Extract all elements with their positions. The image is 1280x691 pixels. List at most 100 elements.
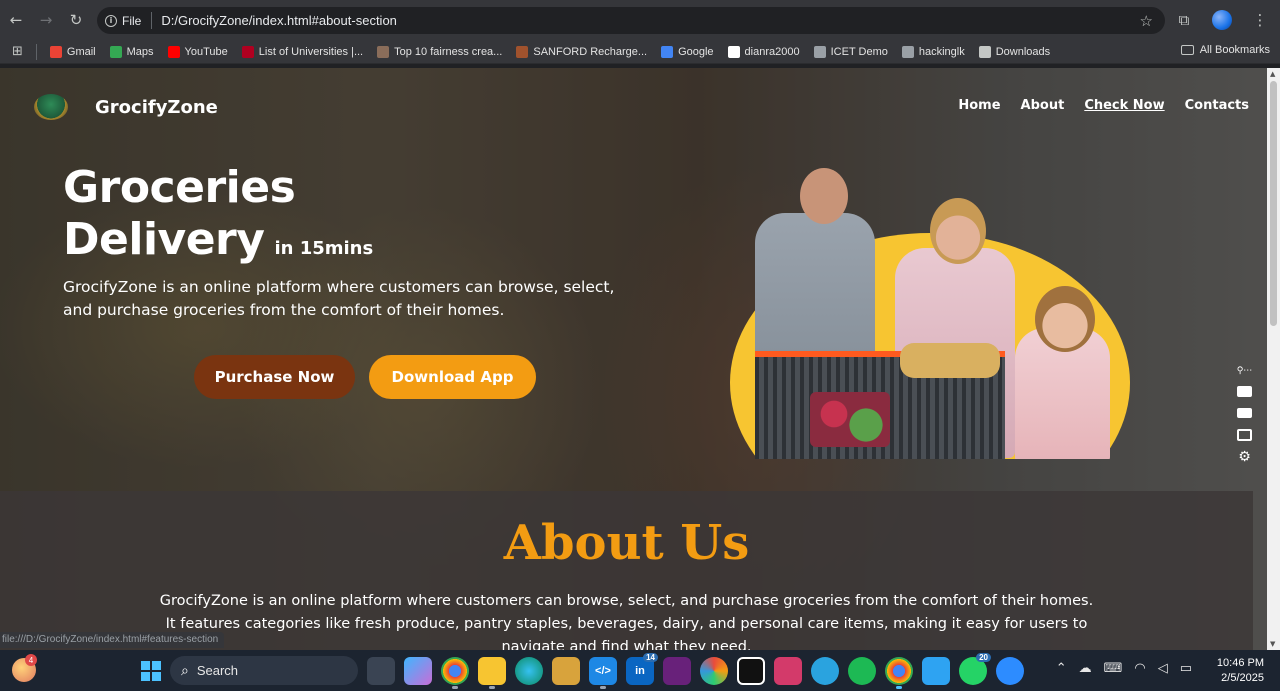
zoom-icon[interactable] — [996, 656, 1024, 685]
purchase-now-button[interactable]: Purchase Now — [194, 355, 355, 399]
url-scheme-label: File — [122, 13, 142, 28]
headline-delivery-time: in 15mins — [274, 238, 374, 259]
browser-toolbar: ← → ↻ i File D:/GrocifyZone/index.html#a… — [0, 0, 1280, 40]
bookmark-item[interactable]: Downloads — [972, 45, 1057, 58]
site-icon — [377, 45, 390, 58]
bookmark-item[interactable]: Gmail — [43, 45, 103, 58]
chrome-icon[interactable] — [885, 656, 913, 689]
extensions-icon[interactable]: ⧉ — [1170, 6, 1198, 34]
about-title: About Us — [503, 515, 750, 571]
telegram-icon[interactable] — [811, 656, 839, 685]
notepad-icon[interactable] — [922, 656, 950, 685]
settings-gear-icon[interactable]: ⚙ — [1236, 449, 1253, 465]
taskbar-search[interactable]: ⌕ Search — [170, 656, 358, 685]
camera-icon[interactable] — [1236, 384, 1253, 398]
nav-link-contacts[interactable]: Contacts — [1185, 98, 1249, 113]
store-icon[interactable] — [552, 656, 580, 685]
clock-date: 2/5/2025 — [1221, 672, 1264, 684]
headline-line1: Groceries — [63, 162, 296, 213]
windows-taskbar: 4 ⌕ Search </> in 14 20 ⌃ ☁ ⌨ ◠ ◁ ▭ 10:46… — [0, 650, 1280, 691]
link-status-bar: file:///D:/GrocifyZone/index.html#featur… — [0, 632, 225, 648]
edge-icon[interactable] — [515, 656, 543, 685]
nav-link-check-now[interactable]: Check Now — [1084, 98, 1164, 113]
site-info-chip[interactable]: i File — [105, 12, 153, 29]
all-bookmarks-button[interactable]: All Bookmarks — [1180, 44, 1270, 56]
bookmark-item[interactable]: dianra2000 — [721, 45, 807, 58]
tray-overflow-chevron-icon[interactable]: ⌃ — [1056, 661, 1067, 676]
jetbrains-icon[interactable] — [774, 656, 802, 685]
download-icon — [978, 45, 991, 58]
bookmark-item[interactable]: YouTube — [161, 45, 235, 58]
back-icon[interactable]: ← — [1, 5, 31, 35]
file-explorer-icon[interactable] — [478, 656, 506, 689]
capture-toolbar: ⚲⋯ ⚙ — [1236, 366, 1253, 465]
bookmark-label: Google — [678, 45, 714, 58]
vscode-icon[interactable]: </> — [589, 656, 617, 689]
color-picker-app-icon[interactable] — [700, 656, 728, 685]
nav-link-home[interactable]: Home — [958, 98, 1000, 113]
language-icon[interactable]: ⌨ — [1104, 661, 1123, 676]
taskbar-clock[interactable]: 10:46 PM 2/5/2025 — [1217, 656, 1264, 686]
nav-link-about[interactable]: About — [1021, 98, 1065, 113]
bookmark-item[interactable]: Google — [654, 45, 720, 58]
man-head — [800, 168, 848, 224]
page-scrollbar[interactable]: ▲ ▼ — [1267, 68, 1280, 650]
system-tray: ⌃ ☁ ⌨ ◠ ◁ ▭ — [1056, 661, 1192, 676]
linkedin-icon[interactable]: in 14 — [626, 652, 658, 685]
whatsapp-icon[interactable]: 20 — [959, 652, 991, 685]
profile-avatar[interactable] — [1208, 6, 1236, 34]
bookmark-label: SANFORD Recharge... — [533, 45, 648, 58]
battery-icon[interactable]: ▭ — [1180, 661, 1192, 676]
info-icon: i — [105, 14, 117, 27]
github-icon — [727, 45, 740, 58]
main-nav: Home About Check Now Contacts — [958, 98, 1249, 113]
menu-kebab-icon[interactable]: ⋮ — [1246, 6, 1274, 34]
bookmark-label: Maps — [126, 45, 154, 58]
download-app-button[interactable]: Download App — [369, 355, 536, 399]
address-bar[interactable]: i File D:/GrocifyZone/index.html#about-s… — [97, 7, 1165, 34]
bookmark-label: List of Universities |... — [258, 45, 364, 58]
wifi-icon[interactable]: ◠ — [1134, 661, 1145, 676]
scroll-thumb[interactable] — [1270, 81, 1277, 326]
weather-badge: 4 — [25, 654, 37, 666]
start-windows-icon[interactable] — [141, 660, 161, 681]
university-icon — [241, 45, 254, 58]
window-capture-icon[interactable] — [1236, 428, 1253, 442]
hero-description: GrocifyZone is an online platform where … — [63, 278, 615, 319]
scroll-down-arrow-icon[interactable]: ▼ — [1270, 640, 1275, 648]
bookmark-item[interactable]: List of Universities |... — [235, 45, 370, 58]
forward-icon[interactable]: → — [31, 5, 61, 35]
bookmark-label: Top 10 fairness crea... — [394, 45, 503, 58]
bookmark-item[interactable]: hackinglk — [895, 45, 972, 58]
more-options-icon[interactable]: ⚲⋯ — [1237, 366, 1253, 376]
about-line-1: GrocifyZone is an online platform where … — [159, 593, 1094, 609]
folder-icon — [1180, 45, 1194, 55]
bookmark-star-icon[interactable]: ☆ — [1140, 12, 1153, 30]
brand-name: GrocifyZone — [95, 96, 218, 118]
bookmark-item[interactable]: Top 10 fairness crea... — [370, 45, 509, 58]
video-icon[interactable] — [1236, 406, 1253, 420]
google-icon — [661, 45, 674, 58]
scroll-up-arrow-icon[interactable]: ▲ — [1270, 70, 1275, 78]
visual-studio-icon[interactable] — [663, 656, 691, 685]
chatgpt-icon[interactable] — [737, 656, 765, 685]
spotify-icon[interactable] — [848, 656, 876, 685]
onedrive-cloud-icon[interactable]: ☁ — [1079, 661, 1092, 676]
chrome-profile-icon[interactable] — [441, 656, 469, 689]
whatsapp-badge: 20 — [976, 652, 991, 662]
globe-icon — [813, 45, 826, 58]
url-text[interactable]: D:/GrocifyZone/index.html#about-section — [161, 13, 397, 28]
reload-icon[interactable]: ↻ — [61, 5, 91, 35]
youtube-icon — [167, 45, 180, 58]
bookmark-item[interactable]: ICET Demo — [807, 45, 895, 58]
task-view-icon[interactable] — [367, 656, 395, 685]
bookmark-item[interactable]: Maps — [103, 45, 161, 58]
volume-icon[interactable]: ◁ — [1158, 661, 1168, 676]
copilot-icon[interactable] — [404, 656, 432, 685]
all-bookmarks-label: All Bookmarks — [1199, 44, 1270, 56]
brand[interactable]: GrocifyZone — [34, 94, 218, 120]
bookmark-item[interactable]: SANFORD Recharge... — [509, 45, 654, 58]
woman-head — [930, 198, 986, 264]
apps-grid-icon[interactable]: ⊞ — [0, 44, 30, 59]
clock-time: 10:46 PM — [1216, 657, 1264, 669]
